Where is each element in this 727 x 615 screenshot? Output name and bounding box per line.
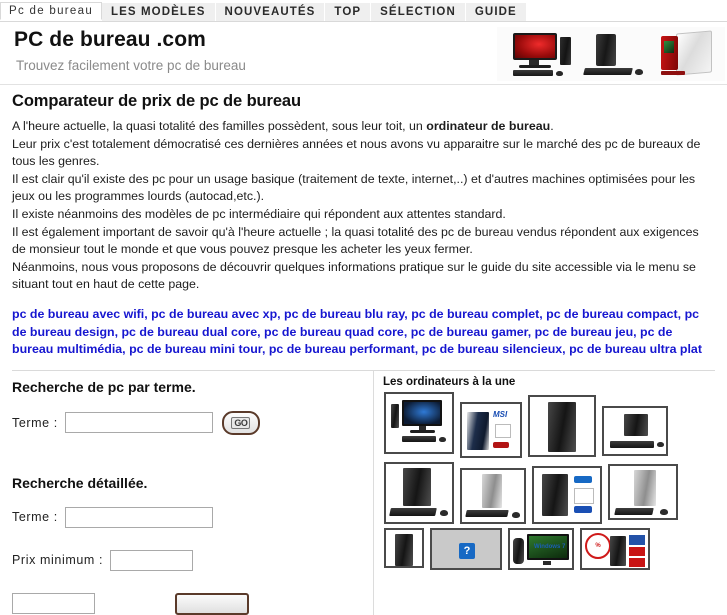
lower-section: Recherche de pc par terme. Terme : GO Re…	[0, 370, 727, 615]
thumb-msi-tower-with-logos[interactable]: MSI	[460, 401, 522, 458]
thumb-silver-slim-pc-keyboard[interactable]	[460, 467, 526, 524]
simple-search-title: Recherche de pc par terme.	[12, 378, 196, 395]
keyword-link[interactable]: pc de bureau ultra plat	[569, 342, 702, 356]
nav-item-nouveautes[interactable]: NOUVEAUTÉS	[215, 3, 326, 21]
banner-tower-keyboard-icon	[582, 31, 646, 79]
main-navigation: Pc de bureau LES MODÈLES NOUVEAUTÉS TOP …	[0, 0, 727, 22]
paragraph-2: Leur prix c'est totalement démocratisé c…	[12, 137, 701, 168]
thumb-desktop-monitor-tower-keyboard[interactable]	[384, 391, 454, 454]
nav-item-top[interactable]: TOP	[325, 3, 372, 21]
keyword-link[interactable]: pc de bureau compact	[546, 307, 678, 321]
detailed-price-row: Prix minimum :	[12, 549, 363, 571]
paragraph-5: Il est également important de savoir qu'…	[12, 225, 699, 256]
keyword-separator: ,	[633, 324, 641, 339]
site-header: PC de bureau .com Trouvez facilement vot…	[0, 22, 727, 85]
nav-item-selection[interactable]: SÉLECTION	[371, 3, 466, 21]
thumb-placeholder-missing-image[interactable]: ?	[430, 527, 502, 570]
featured-computers-sidebar: Les ordinateurs à la une MSI ? Windows 7…	[374, 371, 727, 574]
thumb-silver-tower-keyboard-mouse[interactable]	[608, 463, 678, 520]
price-max-input[interactable]	[12, 593, 95, 614]
simple-search-row: Terme : GO	[12, 410, 363, 435]
simple-term-input[interactable]	[64, 412, 213, 433]
nav-item-les-modeles[interactable]: LES MODÈLES	[102, 3, 216, 21]
keyword-separator: ,	[414, 342, 422, 356]
page-root: Pc de bureau LES MODÈLES NOUVEAUTÉS TOP …	[0, 0, 727, 615]
thumb-black-tower-with-keyboard[interactable]	[384, 461, 454, 524]
search-column: Recherche de pc par terme. Terme : GO Re…	[0, 370, 374, 615]
banner-red-allinone-icon	[655, 30, 717, 79]
keyword-link[interactable]: pc de bureau quad core	[264, 325, 404, 339]
thumb-promo-tower-with-price-badge[interactable]: %	[580, 527, 650, 570]
banner-desktop-red-screen-icon	[505, 31, 573, 79]
keyword-separator: ,	[527, 324, 535, 339]
paragraph-1-bold: ordinateur de bureau	[426, 119, 551, 133]
windows-badge-label: Windows 7	[534, 543, 566, 550]
page-title: Comparateur de prix de pc de bureau	[12, 92, 301, 110]
detailed-submit-row	[12, 592, 363, 615]
keyword-link[interactable]: pc de bureau jeu	[535, 325, 633, 339]
keyword-separator: ,	[277, 307, 285, 321]
keyword-link[interactable]: pc de bureau silencieux	[422, 342, 562, 356]
keyword-separator: ,	[403, 324, 411, 339]
site-tagline: Trouvez facilement votre pc de bureau	[16, 58, 246, 73]
keyword-separator: ,	[257, 324, 265, 339]
keyword-link-list: pc de bureau avec wifi, pc de bureau ave…	[12, 306, 715, 359]
featured-thumb-grid: MSI ? Windows 7 %	[381, 391, 720, 574]
go-button-label: GO	[231, 416, 251, 429]
thumb-compact-pc-with-keyboard[interactable]	[602, 405, 668, 456]
price-min-input[interactable]	[110, 549, 194, 571]
promo-badge-icon: %	[585, 532, 611, 559]
nav-item-pc-de-bureau[interactable]: Pc de bureau	[0, 2, 103, 20]
header-banner-image	[497, 27, 725, 81]
detailed-term-label: Terme :	[12, 510, 58, 524]
detailed-term-row: Terme :	[12, 506, 363, 528]
keyword-link[interactable]: pc de bureau mini tour	[129, 342, 262, 356]
keyword-link[interactable]: pc de bureau blu ray	[284, 307, 404, 321]
paragraph-1-text: A l'heure actuelle, la quasi totalité de…	[12, 119, 427, 133]
thumb-dell-black-tower[interactable]	[528, 394, 596, 457]
paragraph-4: Il existe néanmoins des modèles de pc in…	[12, 207, 506, 221]
paragraph-1: A l'heure actuelle, la quasi totalité de…	[12, 118, 715, 135]
featured-computers-title: Les ordinateurs à la une	[383, 375, 516, 388]
detailed-search-title: Recherche détaillée.	[12, 474, 148, 491]
paragraph-6: Néanmoins, nous vous proposons de découv…	[12, 260, 696, 291]
site-title: PC de bureau .com	[14, 28, 206, 51]
simple-search-go-button[interactable]: GO	[221, 410, 260, 435]
msi-logo-icon: MSI	[493, 409, 508, 419]
keyword-link[interactable]: pc de bureau dual core	[121, 325, 257, 339]
paragraph-1-tail: .	[550, 119, 554, 133]
detailed-search-submit-button[interactable]	[175, 592, 249, 615]
paragraph-3: Il est clair qu'il existe des pc pour un…	[12, 172, 696, 203]
keyword-link[interactable]: pc de bureau gamer	[411, 325, 528, 339]
thumb-windows-7-monitor-tower[interactable]: Windows 7	[508, 527, 574, 570]
simple-term-label: Terme :	[12, 415, 58, 430]
keyword-link[interactable]: pc de bureau avec xp	[151, 307, 277, 321]
keyword-separator: ,	[677, 307, 685, 321]
nav-item-guide[interactable]: GUIDE	[465, 3, 527, 21]
keyword-link[interactable]: pc de bureau complet	[411, 307, 539, 321]
price-min-label: Prix minimum :	[12, 553, 104, 567]
keyword-link[interactable]: pc de bureau performant	[269, 342, 415, 356]
keyword-link[interactable]: pc de bureau avec wifi	[12, 307, 144, 321]
keyword-separator: ,	[261, 342, 269, 356]
main-content: Comparateur de prix de pc de bureau A l'…	[0, 85, 727, 371]
detailed-term-input[interactable]	[64, 506, 213, 528]
thumb-asus-black-tower-badges[interactable]	[532, 465, 602, 524]
thumb-small-black-tower[interactable]	[384, 527, 424, 568]
